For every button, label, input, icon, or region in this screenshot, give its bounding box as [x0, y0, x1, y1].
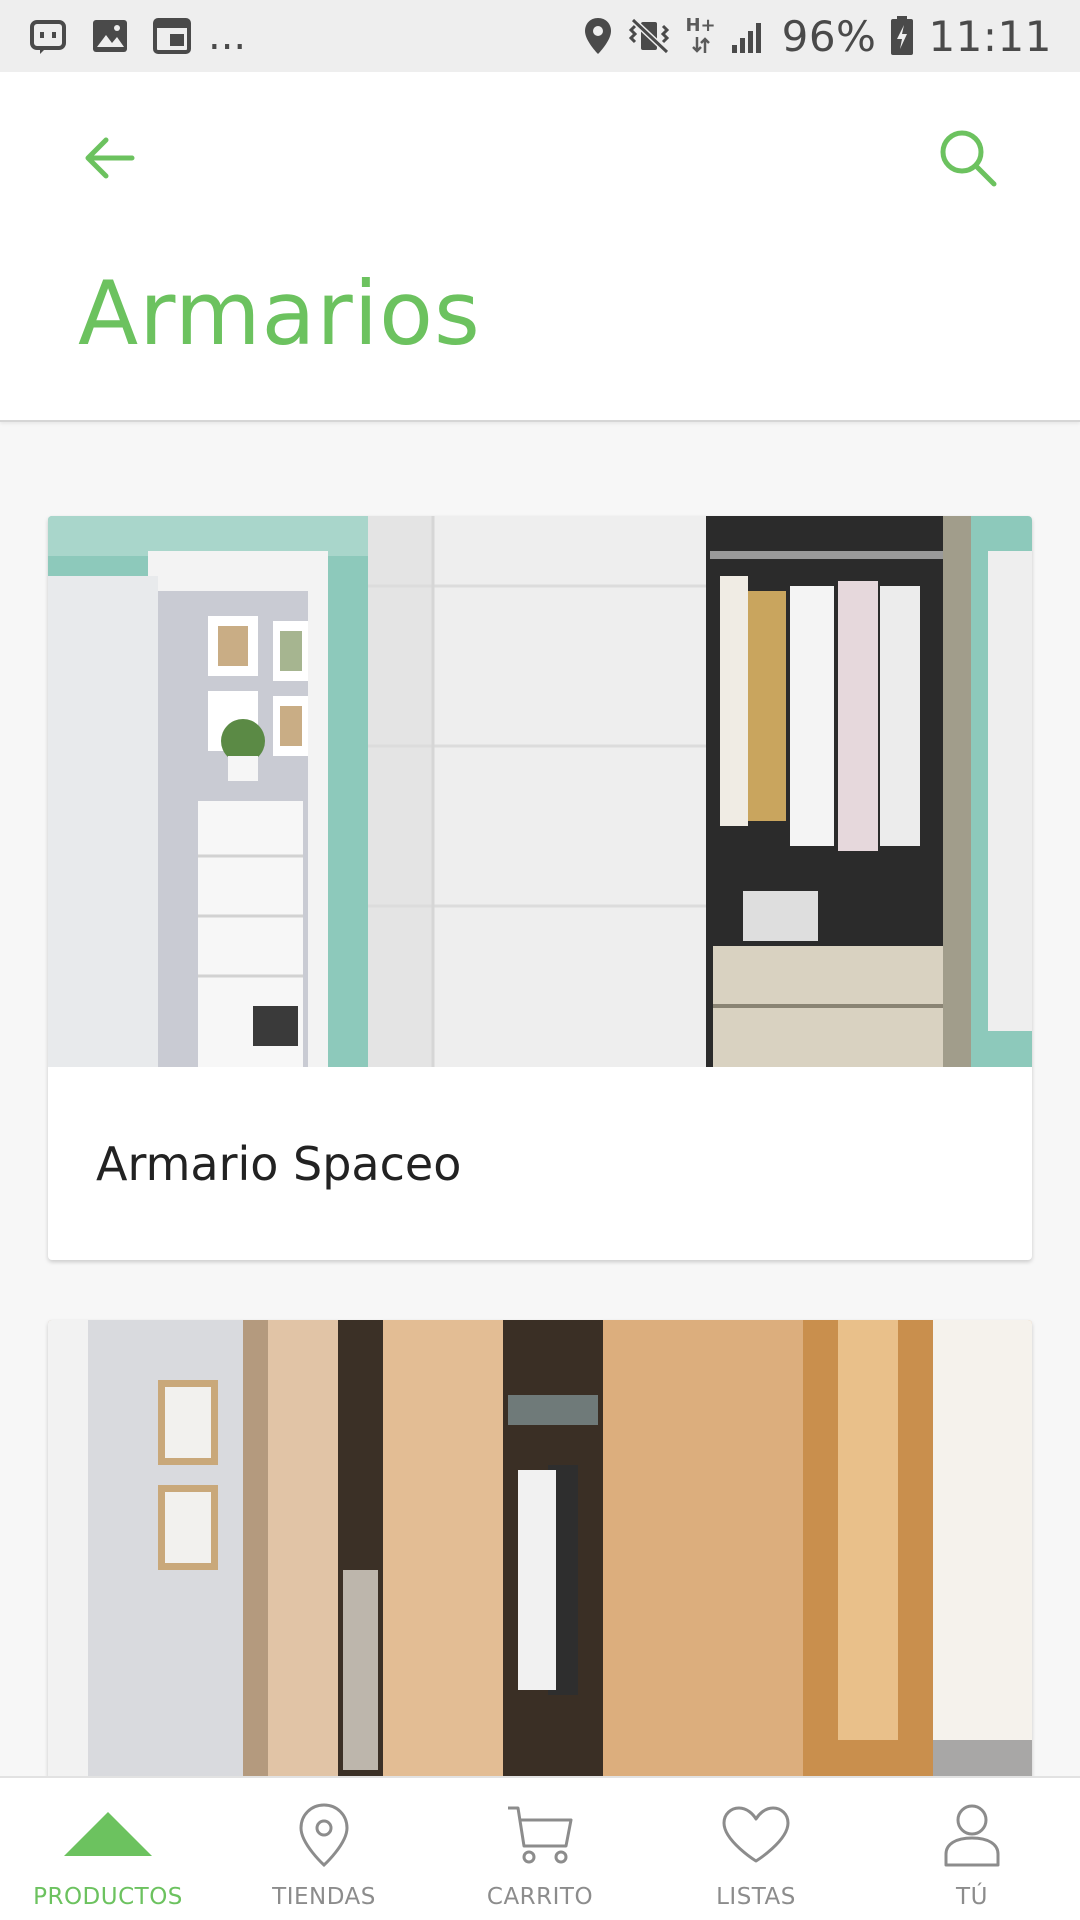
- product-card[interactable]: [48, 1320, 1032, 1776]
- search-icon: [936, 126, 1000, 194]
- nav-label: LISTAS: [716, 1884, 796, 1910]
- nav-tiendas[interactable]: TIENDAS: [216, 1778, 432, 1920]
- triangle-icon: [62, 1800, 154, 1870]
- bottom-navigation: PRODUCTOS TIENDAS CARRITO LISTAS TÚ: [0, 1776, 1080, 1920]
- search-button[interactable]: [928, 120, 1008, 200]
- battery-charging-icon: [890, 15, 914, 57]
- page-title: Armarios: [78, 262, 481, 365]
- window-icon: [152, 16, 192, 56]
- product-image: [48, 516, 1032, 1067]
- location-icon: [583, 16, 613, 56]
- messenger-icon: [28, 16, 68, 56]
- status-bar: ... H+ 96% 11:11: [0, 0, 1080, 72]
- product-list[interactable]: Armario Spaceo: [0, 424, 1080, 1776]
- location-pin-icon: [296, 1800, 352, 1870]
- nav-productos[interactable]: PRODUCTOS: [0, 1778, 216, 1920]
- cart-icon: [504, 1800, 576, 1870]
- nav-label: PRODUCTOS: [33, 1884, 183, 1910]
- vibrate-mute-icon: [627, 16, 671, 56]
- nav-listas[interactable]: LISTAS: [648, 1778, 864, 1920]
- more-notifications-indicator: ...: [208, 13, 247, 59]
- clock: 11:11: [928, 11, 1052, 61]
- battery-percentage: 96%: [781, 11, 877, 61]
- product-card[interactable]: Armario Spaceo: [48, 516, 1032, 1260]
- nav-label: CARRITO: [486, 1884, 594, 1910]
- network-type-icon: H+: [685, 15, 716, 55]
- network-type-label: H+: [685, 15, 716, 36]
- arrow-left-icon: [80, 134, 136, 186]
- nav-carrito[interactable]: CARRITO: [432, 1778, 648, 1920]
- status-system: H+ 96% 11:11: [583, 12, 1052, 61]
- product-image: [48, 1320, 1032, 1776]
- nav-label: TÚ: [956, 1884, 988, 1910]
- user-icon: [942, 1800, 1002, 1870]
- gallery-icon: [90, 16, 130, 56]
- nav-tu[interactable]: TÚ: [864, 1778, 1080, 1920]
- product-name: Armario Spaceo: [96, 1137, 462, 1191]
- app-header: Armarios: [0, 72, 1080, 422]
- heart-icon: [720, 1800, 792, 1870]
- status-notifications: ...: [28, 13, 246, 59]
- nav-label: TIENDAS: [272, 1884, 376, 1910]
- back-button[interactable]: [72, 124, 144, 196]
- signal-icon: [730, 17, 768, 55]
